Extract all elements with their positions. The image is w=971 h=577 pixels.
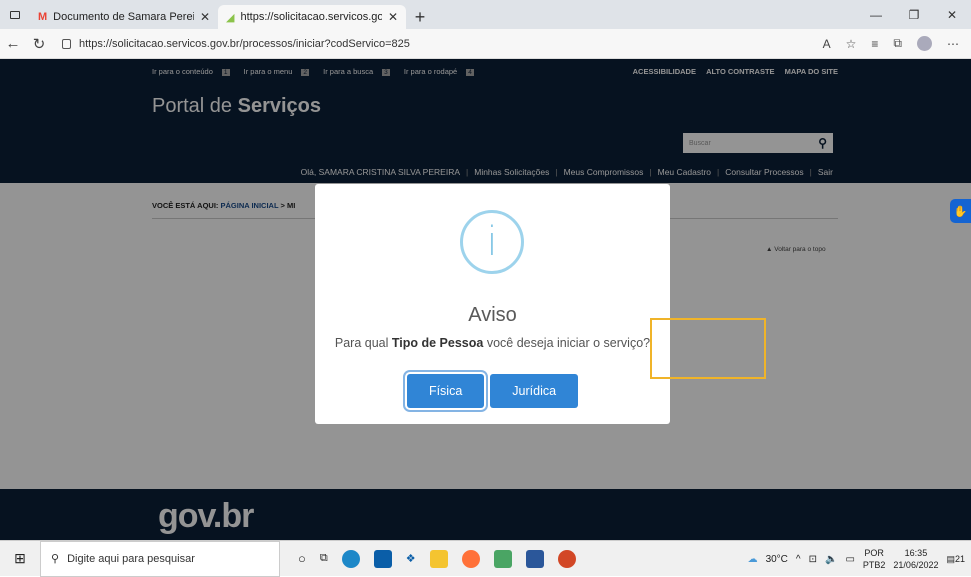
dialog-title: Aviso (468, 304, 517, 326)
weather-temp[interactable]: 30°C (766, 554, 788, 565)
vlibras-accessibility-icon[interactable]: ✋ (950, 199, 971, 223)
avatar[interactable] (917, 36, 932, 51)
search-icon: ⚲ (51, 553, 60, 565)
taskbar-search-input[interactable]: ⚲ Digite aqui para pesquisar (40, 540, 280, 577)
close-tab-icon[interactable]: ✕ (388, 10, 398, 24)
pinned-apps: ○ ⧉ ❖ (298, 549, 576, 568)
powerpoint-icon[interactable] (557, 549, 576, 568)
read-aloud-icon[interactable]: A (823, 37, 831, 51)
system-tray: ☁ 30°C ^ ⊡ 🔈 ▭ POR PTB2 16:35 21/06/2022 ▤… (748, 541, 971, 577)
lock-icon[interactable] (62, 38, 71, 49)
govbr-leaf-icon: ◢ (226, 11, 235, 24)
weather-icon[interactable]: ☁ (748, 554, 758, 565)
tab-gmail[interactable]: M Documento de Samara Pereira - ✕ (30, 5, 218, 29)
notification-icon[interactable]: ▤21 (946, 554, 965, 565)
calculator-icon[interactable] (493, 549, 512, 568)
browser-toolbar: A ☆ ≡ ⧉ ⋯ (823, 36, 971, 51)
restore-icon[interactable]: ❐ (895, 0, 933, 29)
mail-icon[interactable] (373, 549, 392, 568)
chevron-up-icon[interactable]: ^ (796, 554, 801, 565)
fisica-button[interactable]: Física (406, 374, 485, 408)
edge-icon[interactable] (341, 549, 360, 568)
tab-title: Documento de Samara Pereira - (53, 11, 194, 23)
clock[interactable]: 16:35 21/06/2022 (893, 547, 938, 571)
more-menu-icon[interactable]: ⋯ (947, 37, 959, 51)
windows-taskbar: ⊞ ⚲ Digite aqui para pesquisar ○ ⧉ ❖ ☁ 3… (0, 540, 971, 577)
close-tab-icon[interactable]: ✕ (200, 10, 210, 24)
aviso-dialog: i Aviso Para qual Tipo de Pessoa você de… (315, 184, 670, 424)
favorites-list-icon[interactable]: ≡ (871, 37, 878, 51)
dialog-message: Para qual Tipo de Pessoa você deseja ini… (334, 336, 651, 350)
gmail-icon: M (38, 11, 48, 23)
info-icon: i (460, 210, 524, 274)
url-text: https://solicitacao.servicos.gov.br/proc… (79, 37, 410, 50)
tab-title: https://solicitacao.servicos.gov.b (240, 11, 382, 23)
network-icon[interactable]: ⊡ (809, 554, 817, 565)
word-icon[interactable] (525, 549, 544, 568)
refresh-icon[interactable]: ↻ (26, 35, 52, 53)
task-view-icon[interactable]: ⧉ (320, 552, 328, 565)
back-arrow-icon[interactable]: ← (0, 35, 26, 52)
file-explorer-icon[interactable] (429, 549, 448, 568)
new-tab-button[interactable]: + (406, 5, 434, 29)
address-bar: ← ↻ https://solicitacao.servicos.gov.br/… (0, 29, 971, 59)
firefox-icon[interactable] (461, 549, 480, 568)
minimize-icon[interactable]: — (857, 0, 895, 29)
tab-actions-icon[interactable] (0, 0, 30, 29)
volume-icon[interactable]: 🔈 (825, 554, 837, 565)
cortana-icon[interactable]: ○ (298, 551, 306, 566)
battery-icon[interactable]: ▭ (845, 554, 854, 565)
web-page: Ir para o conteúdo 1 Ir para o menu 2 Ir p… (0, 59, 971, 540)
juridica-button[interactable]: Jurídica (490, 374, 579, 408)
dropbox-icon[interactable]: ❖ (406, 552, 416, 565)
favorite-star-icon[interactable]: ☆ (846, 37, 857, 51)
browser-tab-strip: M Documento de Samara Pereira - ✕ ◢ http… (0, 0, 971, 29)
windows-start-icon[interactable]: ⊞ (0, 550, 40, 567)
highlight-box (650, 318, 766, 379)
close-window-icon[interactable]: ✕ (933, 0, 971, 29)
url-field[interactable]: https://solicitacao.servicos.gov.br/proc… (52, 33, 823, 55)
dialog-buttons: Física Jurídica (315, 374, 670, 408)
collections-icon[interactable]: ⧉ (893, 36, 902, 51)
window-controls: — ❐ ✕ (857, 0, 971, 29)
tab-solicitacao[interactable]: ◢ https://solicitacao.servicos.gov.b ✕ (218, 5, 406, 29)
language-indicator[interactable]: POR PTB2 (863, 547, 886, 571)
